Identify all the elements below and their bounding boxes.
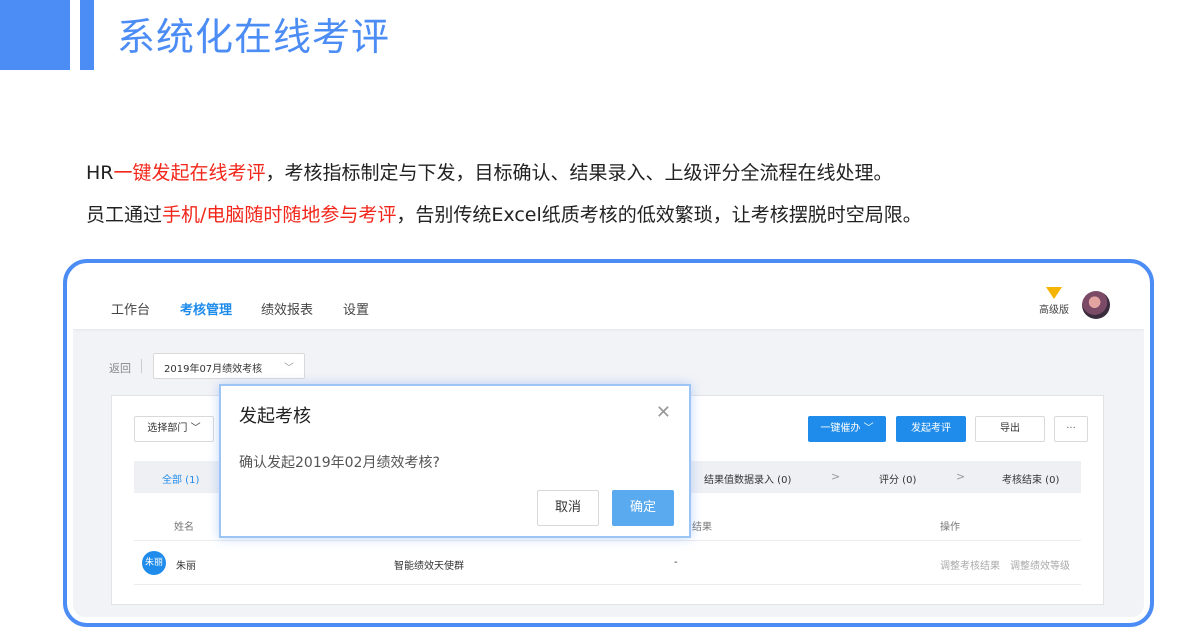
period-select[interactable]: 2019年07月绩效考核 ﹀ bbox=[153, 353, 305, 379]
step-finished[interactable]: 考核结束 (0) bbox=[1002, 471, 1059, 486]
chevron-right-icon: > bbox=[831, 470, 841, 483]
step-all[interactable]: 全部 (1) bbox=[162, 471, 199, 486]
dialog-message: 确认发起2019年02月绩效考核? bbox=[239, 455, 440, 471]
urge-button[interactable]: 一键催办 ﹀ bbox=[808, 416, 886, 442]
adjust-result-link[interactable]: 调整考核结果 bbox=[940, 557, 1000, 572]
user-avatar[interactable] bbox=[1082, 291, 1110, 319]
chevron-right-icon: > bbox=[956, 470, 966, 483]
dialog-title: 发起考核 bbox=[239, 406, 311, 427]
vip-badge[interactable]: 高级版 bbox=[1034, 287, 1074, 316]
column-header-name: 姓名 bbox=[174, 522, 194, 533]
column-header-actions: 操作 bbox=[940, 522, 960, 533]
nav-item-settings[interactable]: 设置 bbox=[343, 299, 369, 318]
employee-group: 智能绩效天使群 bbox=[394, 561, 464, 572]
step-scoring[interactable]: 评分 (0) bbox=[879, 471, 916, 486]
nav-item-reports[interactable]: 绩效报表 bbox=[261, 299, 313, 318]
nav-item-workbench[interactable]: 工作台 bbox=[111, 299, 150, 318]
employee-avatar: 朱丽 bbox=[142, 551, 166, 575]
divider bbox=[141, 359, 142, 373]
department-select[interactable]: 选择部门 ﹀ bbox=[134, 416, 214, 442]
nav-item-assessment[interactable]: 考核管理 bbox=[180, 299, 232, 318]
intro-line-1: HR一键发起在线考评，考核指标制定与下发，目标确认、结果录入、上级评分全流程在线… bbox=[86, 162, 893, 184]
intro-highlight-1: 一键发起在线考评 bbox=[113, 162, 266, 184]
export-button[interactable]: 导出 bbox=[975, 416, 1045, 442]
step-result-entry[interactable]: 结果值数据录入 (0) bbox=[704, 471, 791, 486]
table-divider bbox=[134, 584, 1081, 585]
employee-name: 朱丽 bbox=[176, 561, 196, 572]
column-header-result: 结果 bbox=[692, 522, 712, 533]
accent-block-large bbox=[0, 0, 70, 70]
adjust-grade-link[interactable]: 调整绩效等级 bbox=[1010, 557, 1070, 572]
intro-highlight-2: 手机/电脑随时随地参与考评 bbox=[162, 204, 397, 226]
confirm-button[interactable]: 确定 bbox=[612, 490, 674, 526]
table-divider bbox=[134, 540, 1081, 541]
employee-result: - bbox=[674, 557, 678, 568]
launch-review-button[interactable]: 发起考评 bbox=[896, 416, 966, 442]
page-title: 系统化在线考评 bbox=[117, 15, 391, 59]
chevron-down-icon: ﹀ bbox=[284, 363, 294, 374]
top-nav: 工作台 考核管理 绩效报表 设置 高级版 bbox=[73, 269, 1144, 329]
diamond-icon bbox=[1046, 287, 1062, 299]
accent-block-bar bbox=[80, 0, 94, 70]
cancel-button[interactable]: 取消 bbox=[537, 490, 599, 526]
intro-line-2: 员工通过手机/电脑随时随地参与考评，告别传统Excel纸质考核的低效繁琐，让考核… bbox=[86, 204, 922, 226]
vip-label: 高级版 bbox=[1039, 305, 1069, 316]
close-icon[interactable]: ✕ bbox=[656, 402, 671, 423]
more-button[interactable]: ··· bbox=[1054, 416, 1088, 442]
launch-assessment-dialog: 发起考核 ✕ 确认发起2019年02月绩效考核? 取消 确定 bbox=[219, 384, 691, 538]
back-link[interactable]: 返回 bbox=[109, 360, 131, 376]
